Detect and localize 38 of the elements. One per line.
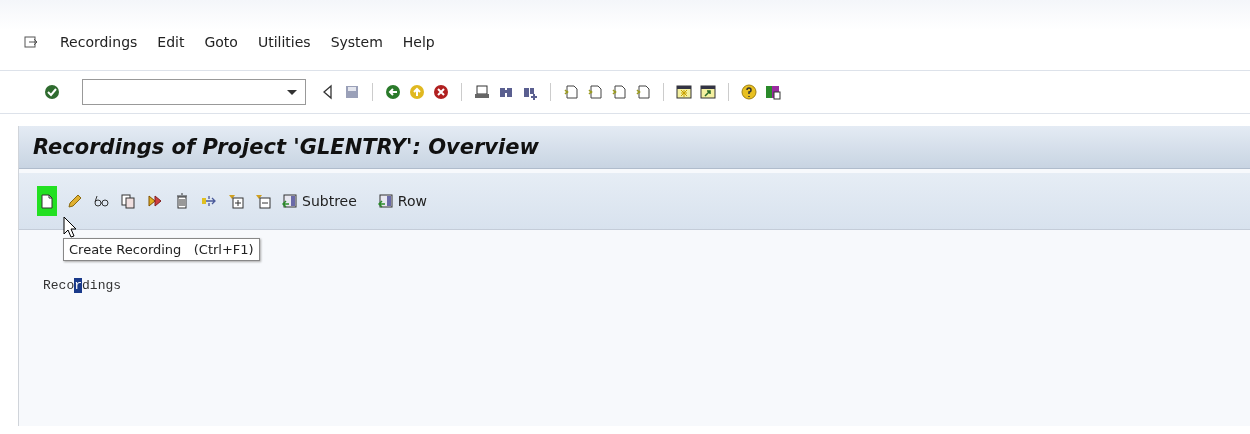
pencil-icon [66,193,82,209]
layout-icon[interactable] [765,84,781,100]
save-icon[interactable] [344,84,360,100]
menu-item[interactable]: Recordings [60,34,138,50]
menu-item[interactable]: Utilities [257,34,311,50]
page-icon[interactable] [611,84,627,100]
menu-item[interactable]: Edit [157,34,185,50]
collapse-icon [255,193,271,209]
toolbar-button[interactable]: Subtree [280,188,359,214]
trash-icon [174,193,190,209]
menu-item[interactable]: System [330,34,383,50]
tooltip: Create Recording (Ctrl+F1) [63,238,260,261]
toolbar-icon-button[interactable] [37,186,57,216]
check-icon[interactable] [44,84,60,100]
page-icon[interactable] [563,84,579,100]
arrows-icon [147,193,163,209]
menu-icon[interactable] [24,35,38,49]
command-field[interactable] [82,79,306,105]
page-icon[interactable] [587,84,603,100]
document-icon [39,193,55,209]
mouse-pointer-icon [63,216,77,238]
copy-icon [120,193,136,209]
tree-text: Recordings [43,278,122,293]
cancel-icon[interactable] [433,84,449,100]
toolbar-button[interactable]: Row [375,188,429,214]
move-icon [201,193,217,209]
glasses-icon [93,193,109,209]
screen-title: Recordings of Project 'GLENTRY': Overview [33,135,539,159]
tree-icon [282,193,298,209]
page-icon[interactable] [635,84,651,100]
help-icon[interactable] [741,84,757,100]
print-icon[interactable] [474,84,490,100]
tree-icon [377,193,394,209]
window-icon[interactable] [676,84,692,100]
back-icon[interactable] [385,84,401,100]
menu-item[interactable]: Help [402,34,435,50]
expand-icon [228,193,244,209]
menu-item[interactable]: Goto [204,34,238,50]
